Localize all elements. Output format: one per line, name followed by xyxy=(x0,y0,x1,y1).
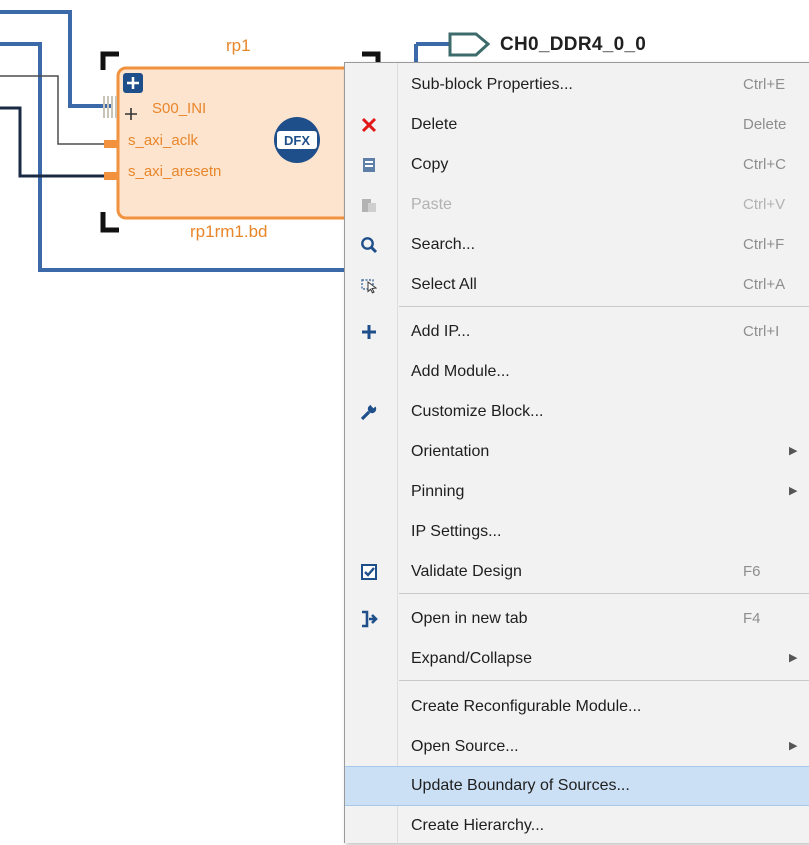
menu-item-copy[interactable]: Copy Ctrl+C xyxy=(345,146,809,184)
menu-item-label: Expand/Collapse xyxy=(411,650,532,667)
menu-item-label: Validate Design xyxy=(411,563,522,580)
menu-item-label: Select All xyxy=(411,276,477,293)
menu-item-shortcut: Ctrl+A xyxy=(743,276,786,293)
net-wire-top[interactable] xyxy=(0,10,112,108)
submenu-arrow-icon: ▶ xyxy=(789,445,798,457)
menu-item-shortcut: F6 xyxy=(743,563,761,580)
menu-item-open-source[interactable]: Open Source... ▶ xyxy=(345,728,809,766)
context-menu: Sub-block Properties... Ctrl+E Delete De… xyxy=(344,62,809,843)
open-tab-icon xyxy=(359,609,379,629)
external-port-icon[interactable] xyxy=(448,32,491,57)
net-wire-reset[interactable] xyxy=(0,106,112,178)
menu-item-shortcut: Ctrl+F xyxy=(743,236,785,253)
menu-separator xyxy=(399,680,809,681)
menu-item-paste[interactable]: Paste Ctrl+V xyxy=(345,186,809,224)
menu-item-label: Sub-block Properties... xyxy=(411,76,573,93)
menu-item-label: Open Source... xyxy=(411,738,519,755)
menu-item-shortcut: F4 xyxy=(743,610,761,627)
menu-item-shortcut: Ctrl+I xyxy=(743,323,780,340)
port-label-s-axi-aresetn[interactable]: s_axi_aresetn xyxy=(128,163,221,180)
menu-item-shortcut: Delete xyxy=(743,116,787,133)
menu-item-label: Orientation xyxy=(411,443,490,460)
menu-item-shortcut: Ctrl+V xyxy=(743,196,786,213)
menu-item-label: Search... xyxy=(411,236,476,253)
wrench-icon xyxy=(359,402,379,422)
menu-item-label: Paste xyxy=(411,196,452,213)
menu-item-open-in-new-tab[interactable]: Open in new tab F4 xyxy=(345,600,809,638)
menu-item-label: Copy xyxy=(411,156,449,173)
submenu-arrow-icon: ▶ xyxy=(789,740,798,752)
menu-item-shortcut: Ctrl+C xyxy=(743,156,786,173)
menu-item-validate-design[interactable]: Validate Design F6 xyxy=(345,553,809,591)
menu-item-label: Create Reconfigurable Module... xyxy=(411,698,642,715)
menu-item-label: IP Settings... xyxy=(411,523,502,540)
expand-block-icon[interactable] xyxy=(123,73,143,93)
menu-item-shortcut: Ctrl+E xyxy=(743,76,786,93)
menu-item-label: Update Boundary of Sources... xyxy=(411,777,630,794)
port-label-s-axi-aclk[interactable]: s_axi_aclk xyxy=(128,132,198,149)
block-source-label: rp1rm1.bd xyxy=(190,222,268,241)
menu-item-customize-block[interactable]: Customize Block... xyxy=(345,393,809,431)
menu-item-search[interactable]: Search... Ctrl+F xyxy=(345,226,809,264)
menu-item-delete[interactable]: Delete Delete xyxy=(345,106,809,144)
menu-item-label: Create Hierarchy... xyxy=(411,817,545,834)
menu-item-label: Add Module... xyxy=(411,363,510,380)
menu-item-label: Pinning xyxy=(411,483,465,500)
menu-item-update-boundary-of-sources[interactable]: Update Boundary of Sources... xyxy=(345,766,809,806)
menu-item-create-reconfigurable-module[interactable]: Create Reconfigurable Module... xyxy=(345,688,809,726)
menu-item-ip-settings[interactable]: IP Settings... xyxy=(345,513,809,551)
submenu-arrow-icon: ▶ xyxy=(789,652,798,664)
menu-item-label: Add IP... xyxy=(411,323,471,340)
paste-icon xyxy=(359,195,379,215)
submenu-arrow-icon: ▶ xyxy=(789,485,798,497)
net-wire-clk[interactable] xyxy=(0,75,112,145)
port-stub-aresetn[interactable] xyxy=(104,172,118,180)
menu-separator xyxy=(399,306,809,307)
menu-item-add-module[interactable]: Add Module... xyxy=(345,353,809,391)
menu-separator xyxy=(399,593,809,594)
dfx-badge-label: DFX xyxy=(284,133,310,148)
validate-checkbox-icon xyxy=(359,562,379,582)
delete-x-icon xyxy=(359,115,379,135)
dfx-badge-icon: DFX xyxy=(274,117,320,163)
menu-item-expand-collapse[interactable]: Expand/Collapse ▶ xyxy=(345,640,809,678)
port-label-s00-ini[interactable]: S00_INI xyxy=(152,100,206,117)
plus-icon xyxy=(359,322,379,342)
menu-item-pinning[interactable]: Pinning ▶ xyxy=(345,473,809,511)
select-all-icon xyxy=(359,275,379,295)
search-icon xyxy=(359,235,379,255)
menu-item-orientation[interactable]: Orientation ▶ xyxy=(345,433,809,471)
menu-item-select-all[interactable]: Select All Ctrl+A xyxy=(345,266,809,304)
menu-item-add-ip[interactable]: Add IP... Ctrl+I xyxy=(345,313,809,351)
menu-item-label: Customize Block... xyxy=(411,403,544,420)
menu-item-label: Delete xyxy=(411,116,458,133)
copy-icon xyxy=(359,155,379,175)
block-name-label: rp1 xyxy=(226,36,251,55)
menu-item-create-hierarchy[interactable]: Create Hierarchy... xyxy=(345,807,809,845)
port-stub-aclk[interactable] xyxy=(104,140,118,148)
menu-item-label: Open in new tab xyxy=(411,610,528,627)
menu-item-sub-block-properties[interactable]: Sub-block Properties... Ctrl+E xyxy=(345,66,809,104)
external-port-label[interactable]: CH0_DDR4_0_0 xyxy=(500,34,646,56)
